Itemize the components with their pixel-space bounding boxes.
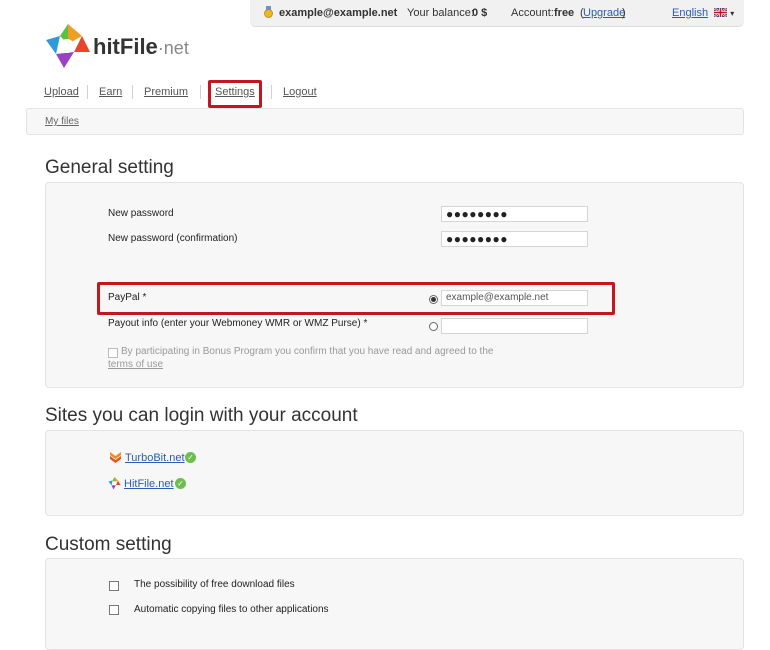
account-email: example@example.net [279, 7, 398, 19]
chevron-down-icon: ▾ [730, 9, 735, 18]
nav-divider [200, 85, 201, 99]
nav-logout[interactable]: Logout [283, 86, 317, 98]
hitfile-logo[interactable]: hitFile·net [42, 22, 202, 72]
balance-label: Your balance: [407, 7, 474, 19]
confirm-password-label: New password (confirmation) [108, 233, 238, 244]
free-download-label: The possibility of free download files [134, 579, 295, 590]
new-password-input[interactable]: ●●●●●●●● [441, 206, 588, 222]
language-selector[interactable]: English ▾ [672, 7, 734, 19]
site-link-turbobit[interactable]: TurboBit.net [125, 452, 185, 464]
account-bar: example@example.net Your balance: 0 $ Ac… [250, 0, 744, 27]
logo-wordmark: hitFile·net [93, 34, 189, 59]
auto-copy-label: Automatic copying files to other applica… [134, 604, 329, 615]
nav-divider [132, 85, 133, 99]
auto-copy-checkbox[interactable] [109, 605, 119, 615]
payout-info-label: Payout info (enter your Webmoney WMR or … [108, 318, 368, 329]
bonus-checkbox[interactable] [108, 348, 118, 358]
medal-icon [264, 6, 273, 18]
settings-highlight-box [208, 80, 262, 108]
payout-radio[interactable] [429, 322, 438, 331]
upgrade-close-paren: ) [622, 7, 626, 19]
bonus-program-text: By participating in Bonus Program you co… [121, 346, 494, 357]
terms-of-use-link[interactable]: terms of use [108, 359, 163, 370]
account-type-label: Account: [511, 7, 554, 19]
breadcrumb-my-files[interactable]: My files [45, 116, 79, 127]
uk-flag-icon [713, 7, 728, 18]
language-link[interactable]: English [672, 7, 708, 19]
check-icon: ✓ [185, 452, 196, 463]
custom-setting-title: Custom setting [45, 534, 172, 555]
hitfile-logo-icon [108, 477, 121, 490]
nav-earn[interactable]: Earn [99, 86, 122, 98]
nav-divider [87, 85, 88, 99]
general-setting-title: General setting [45, 157, 174, 178]
sites-title: Sites you can login with your account [45, 405, 358, 426]
paypal-highlight-box [97, 282, 615, 315]
upgrade-link[interactable]: Upgrade [583, 7, 625, 19]
site-link-hitfile[interactable]: HitFile.net [124, 478, 174, 490]
logo-mark-icon [46, 24, 90, 68]
balance-value: 0 $ [472, 7, 488, 19]
check-icon: ✓ [175, 478, 186, 489]
confirm-password-input[interactable]: ●●●●●●●● [441, 231, 588, 247]
nav-upload[interactable]: Upload [44, 86, 79, 98]
account-type-value: free [554, 7, 575, 19]
nav-premium[interactable]: Premium [144, 86, 188, 98]
payout-input[interactable] [441, 318, 588, 334]
new-password-label: New password [108, 208, 174, 219]
sites-panel [45, 430, 744, 516]
nav-divider [271, 85, 272, 99]
turbobit-logo-icon [110, 452, 121, 463]
free-download-checkbox[interactable] [109, 581, 119, 591]
breadcrumb: My files [26, 108, 744, 135]
